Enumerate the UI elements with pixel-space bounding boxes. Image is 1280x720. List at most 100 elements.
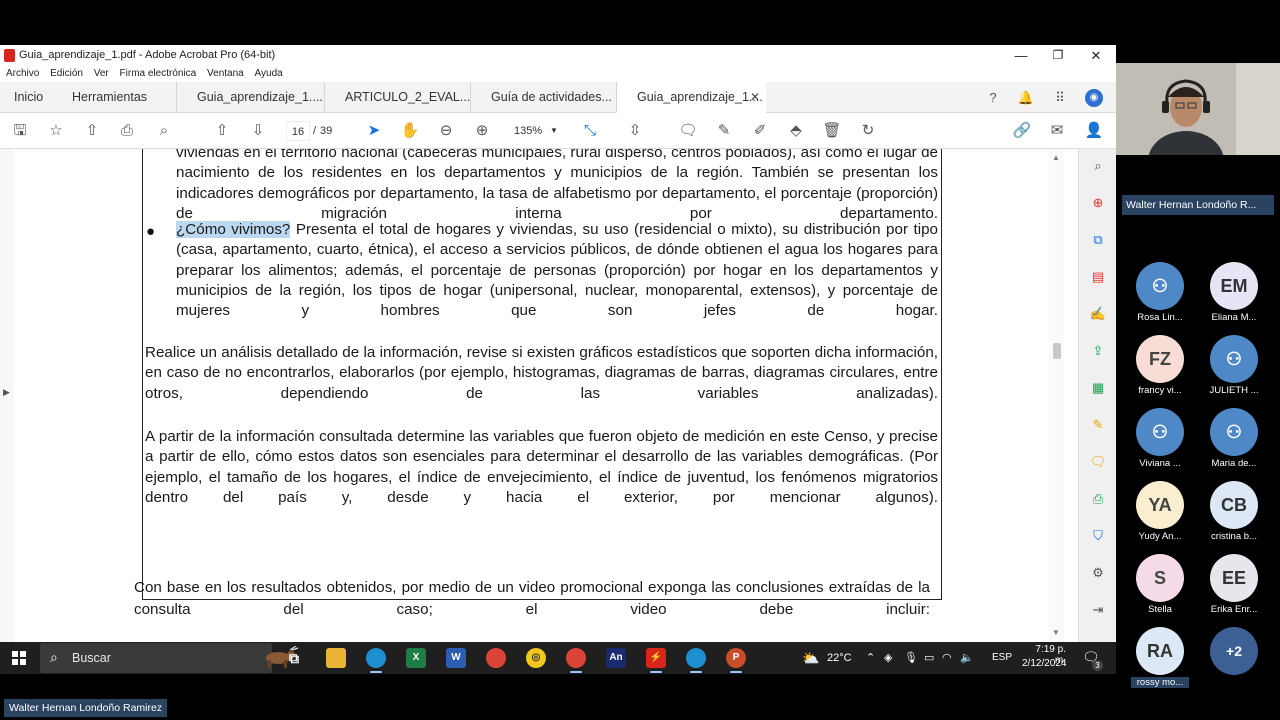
help-icon[interactable]: ? <box>984 89 1002 107</box>
tab-document-2[interactable]: ARTICULO_2_EVAL... <box>324 82 470 113</box>
participant-tile[interactable]: EM Eliana M... <box>1205 262 1263 323</box>
draw-icon[interactable]: ✐ <box>750 121 770 141</box>
battery-icon[interactable]: ▭ <box>924 651 934 664</box>
more-tools-icon[interactable]: ⚙ <box>1089 564 1107 582</box>
link-icon[interactable]: 🔗 <box>1012 121 1032 141</box>
scroll-down-icon[interactable]: ▼ <box>1052 628 1060 637</box>
save-icon[interactable]: 🖫 <box>10 121 30 141</box>
account-icon[interactable]: ◉ <box>1085 89 1103 107</box>
microphone-icon[interactable]: 🎙 <box>904 651 918 664</box>
protect-shield-icon[interactable]: ⛉ <box>1089 527 1107 545</box>
zoom-out-icon[interactable]: ⊖ <box>436 121 456 141</box>
comment-icon[interactable]: 🗨 <box>678 121 698 141</box>
menu-ayuda[interactable]: Ayuda <box>255 66 283 82</box>
temperature[interactable]: 22°C <box>827 652 852 664</box>
word-icon[interactable]: W <box>446 648 466 668</box>
volume-icon[interactable]: 🔈 <box>960 651 974 664</box>
tray-app-icon[interactable]: ◈ <box>884 651 892 664</box>
collapse-pane-icon[interactable]: ⇥ <box>1089 601 1107 619</box>
nav-herramientas[interactable]: Herramientas <box>72 82 147 113</box>
organize-pages-icon[interactable]: ▤ <box>1089 268 1107 286</box>
tab-document-3[interactable]: Guía de actividades... <box>470 82 616 113</box>
windows-start-icon[interactable] <box>12 651 26 665</box>
upload-icon[interactable]: ⇧ <box>82 121 102 141</box>
participant-tile[interactable]: EE Erika Enr... <box>1205 554 1263 615</box>
more-participants-button[interactable]: +2 <box>1205 627 1263 675</box>
page-up-icon[interactable]: ⇧ <box>212 121 232 141</box>
highlighted-text[interactable]: ¿Cómo vivimos? <box>176 221 291 238</box>
scrollbar-thumb[interactable] <box>1053 343 1061 359</box>
scroll-mode-icon[interactable]: ⇳ <box>625 121 645 141</box>
stamp-icon[interactable]: ⬘ <box>786 121 806 141</box>
fill-sign-icon[interactable]: ✍ <box>1089 305 1107 323</box>
participant-tile[interactable]: YA Yudy An... <box>1131 481 1189 542</box>
zoom-search-icon[interactable]: ⌕ <box>1089 157 1107 175</box>
chrome-profile-icon[interactable] <box>566 648 586 673</box>
participant-tile[interactable]: ⚇ Rosa Lin... <box>1131 262 1189 323</box>
participant-tile[interactable]: ⚇ JULIETH ... <box>1205 335 1263 396</box>
powerpoint-icon[interactable]: P <box>726 648 746 673</box>
bell-icon[interactable]: 🔔 <box>1017 89 1035 107</box>
close-button[interactable]: ✕ <box>1077 46 1115 65</box>
search-icon[interactable]: ⌕ <box>154 121 174 141</box>
create-pdf-icon[interactable]: ⊕ <box>1089 194 1107 212</box>
notes-app-icon[interactable]: ◎ <box>526 648 546 668</box>
trash-icon[interactable]: 🗑 <box>822 121 842 141</box>
task-view-icon[interactable]: ⧉ <box>284 648 304 668</box>
menu-ver[interactable]: Ver <box>94 66 109 82</box>
scroll-up-icon[interactable]: ▲ <box>1052 153 1060 162</box>
document-view[interactable]: ▶ viviendas en el territorio nacional (c… <box>0 149 1064 642</box>
page-fit-icon[interactable]: ⤡ <box>580 121 600 141</box>
file-explorer-icon[interactable] <box>326 648 346 668</box>
hand-tool-icon[interactable]: ✋ <box>400 121 420 141</box>
clock-date[interactable]: 2/12/2024 <box>1022 658 1067 669</box>
share-user-icon[interactable]: 👤 <box>1084 121 1104 141</box>
taskbar-search[interactable]: ⌕ Buscar <box>40 643 299 673</box>
acrobat-taskbar-icon[interactable]: ⚡ <box>646 648 666 673</box>
star-icon[interactable]: ☆ <box>46 121 66 141</box>
excel-icon[interactable]: X <box>406 648 426 668</box>
zoom-level[interactable]: 135% <box>514 121 542 141</box>
language-indicator[interactable]: ESP <box>992 652 1012 663</box>
print-icon[interactable]: ⎙ <box>117 121 137 141</box>
zoom-in-icon[interactable]: ⊕ <box>472 121 492 141</box>
participant-tile[interactable]: ⚇ Viviana ... <box>1131 408 1189 469</box>
minimize-button[interactable]: — <box>1002 46 1040 65</box>
animate-app-icon[interactable]: An <box>606 648 626 668</box>
participant-tile[interactable]: FZ francy vi... <box>1131 335 1189 396</box>
edge-window-icon[interactable] <box>686 648 706 673</box>
expand-left-icon[interactable]: ▶ <box>3 387 10 398</box>
participant-tile[interactable]: ⚇ Maria de... <box>1205 408 1263 469</box>
zoom-dropdown-icon[interactable]: ▼ <box>550 121 558 141</box>
weather-icon[interactable]: ⛅ <box>802 650 819 667</box>
rotate-icon[interactable]: ↻ <box>858 121 878 141</box>
tab-document-1[interactable]: Guia_aprendizaje_1.... <box>176 82 324 113</box>
edit-pdf-icon[interactable]: ✎ <box>1089 416 1107 434</box>
edge-browser-icon[interactable] <box>366 648 386 673</box>
export-pdf-icon[interactable]: ⇪ <box>1089 342 1107 360</box>
participant-tile[interactable]: CB cristina b... <box>1205 481 1263 542</box>
close-tab-icon[interactable]: ✕ <box>750 82 760 112</box>
left-panel-toggle[interactable]: ▶ <box>0 149 14 642</box>
page-number-input[interactable]: 16 <box>286 121 310 141</box>
restore-button[interactable]: ❐ <box>1039 46 1077 65</box>
menu-firma[interactable]: Firma electrónica <box>120 66 197 82</box>
apps-grid-icon[interactable]: ⠿ <box>1051 89 1069 107</box>
excel-export-icon[interactable]: ▦ <box>1089 379 1107 397</box>
print-production-icon[interactable]: ⎙ <box>1089 490 1107 508</box>
page-down-icon[interactable]: ⇩ <box>248 121 268 141</box>
participant-tile[interactable]: RA rossy mo... <box>1131 627 1189 688</box>
nav-inicio[interactable]: Inicio <box>14 82 43 113</box>
combine-files-icon[interactable]: ⧉ <box>1089 231 1107 249</box>
highlight-pen-icon[interactable]: ✎ <box>714 121 734 141</box>
menu-edicion[interactable]: Edición <box>50 66 83 82</box>
email-icon[interactable]: ✉ <box>1047 121 1067 141</box>
tray-chevron-icon[interactable]: ⌃ <box>866 651 875 664</box>
vertical-scrollbar[interactable]: ▲ ▼ <box>1049 149 1064 642</box>
participant-tile[interactable]: S Stella <box>1131 554 1189 615</box>
menu-ventana[interactable]: Ventana <box>207 66 244 82</box>
chrome-icon[interactable] <box>486 648 506 668</box>
menu-archivo[interactable]: Archivo <box>6 66 39 82</box>
tab-document-4-active[interactable]: Guia_aprendizaje_1.... ✕ <box>616 82 766 113</box>
wifi-icon[interactable]: ◠ <box>942 651 952 664</box>
